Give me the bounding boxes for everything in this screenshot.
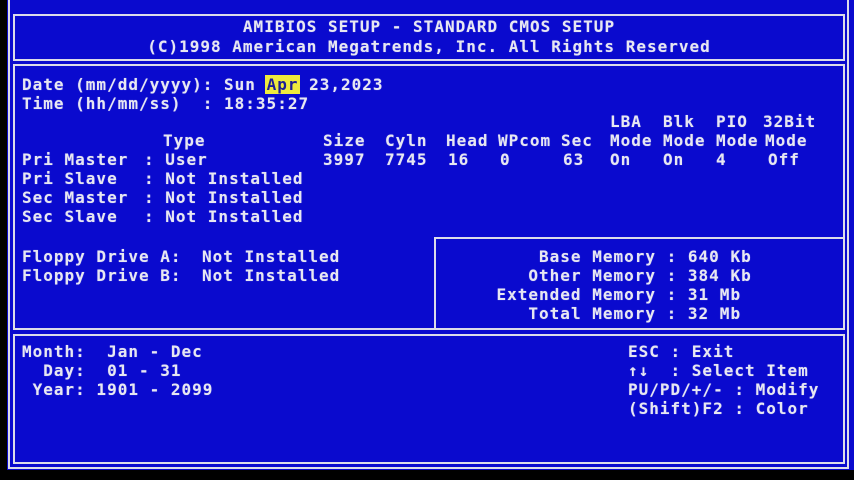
separator: :	[144, 188, 165, 207]
col-blk-mode: Mode	[663, 133, 706, 149]
separator: :	[144, 150, 165, 169]
col-sec: Sec	[561, 133, 593, 149]
drive-label: Sec Master	[22, 190, 144, 206]
col-type: Type	[163, 133, 206, 149]
col-lba-mode: Mode	[610, 133, 653, 149]
floppy-a-label: Floppy Drive A:	[22, 249, 202, 265]
help-modify: PU/PD/+/- : Modify	[628, 382, 819, 398]
col-size: Size	[323, 133, 366, 149]
page-title: AMIBIOS SETUP - STANDARD CMOS SETUP	[13, 19, 845, 35]
copyright-line: (C)1998 American Megatrends, Inc. All Ri…	[13, 39, 845, 55]
help-esc-exit: ESC : Exit	[628, 344, 734, 360]
separator: :	[144, 207, 165, 226]
total-memory-label: Total Memory	[434, 306, 656, 322]
date-month-selected[interactable]: Apr	[265, 75, 301, 94]
drive-label: Sec Slave	[22, 209, 144, 225]
base-memory-row: Base Memory : 640 Kb	[434, 249, 752, 265]
date-field[interactable]: Date (mm/dd/yyyy): Sun Apr 23,2023	[22, 77, 384, 93]
floppy-a-row[interactable]: Floppy Drive A:Not Installed	[22, 249, 340, 265]
drive-type-value[interactable]: User	[165, 150, 208, 169]
col-pio-mode: Mode	[716, 133, 759, 149]
pri-master-32bit-mode[interactable]: Off	[768, 152, 800, 168]
total-memory-value: 32 Mb	[688, 304, 741, 323]
separator: :	[656, 266, 688, 285]
separator: :	[656, 285, 688, 304]
base-memory-value: 640 Kb	[688, 247, 752, 266]
drive-type-value[interactable]: Not Installed	[165, 188, 303, 207]
floppy-b-row[interactable]: Floppy Drive B:Not Installed	[22, 268, 340, 284]
pri-master-size[interactable]: 3997	[323, 152, 366, 168]
date-day-year: 23,2023	[298, 75, 383, 94]
pri-master-sec[interactable]: 63	[563, 152, 584, 168]
floppy-b-label: Floppy Drive B:	[22, 268, 202, 284]
drive-label: Pri Master	[22, 152, 144, 168]
floppy-b-value[interactable]: Not Installed	[202, 266, 340, 285]
total-memory-row: Total Memory : 32 Mb	[434, 306, 741, 322]
separator: :	[656, 304, 688, 323]
extended-memory-label: Extended Memory	[434, 287, 656, 303]
pri-master-pio-mode[interactable]: 4	[716, 152, 727, 168]
separator: :	[656, 247, 688, 266]
pri-master-head[interactable]: 16	[448, 152, 469, 168]
col-32bit-mode: Mode	[765, 133, 808, 149]
extended-memory-row: Extended Memory : 31 Mb	[434, 287, 741, 303]
drive-type-value[interactable]: Not Installed	[165, 169, 303, 188]
other-memory-value: 384 Kb	[688, 266, 752, 285]
col-head: Head	[446, 133, 489, 149]
pri-master-blk-mode[interactable]: On	[663, 152, 684, 168]
col-blk: Blk	[663, 114, 695, 130]
table-row-pri-slave[interactable]: Pri Slave: Not Installed	[22, 171, 304, 187]
table-row-pri-master[interactable]: Pri Master: User	[22, 152, 208, 168]
legend-month-range: Month: Jan - Dec	[22, 344, 203, 360]
date-label: Date (mm/dd/yyyy): Sun	[22, 75, 267, 94]
separator: :	[144, 169, 165, 188]
table-row-sec-slave[interactable]: Sec Slave: Not Installed	[22, 209, 304, 225]
help-color: (Shift)F2 : Color	[628, 401, 809, 417]
legend-year-range: Year: 1901 - 2099	[22, 382, 213, 398]
pri-master-cyln[interactable]: 7745	[385, 152, 428, 168]
pri-master-lba-mode[interactable]: On	[610, 152, 631, 168]
col-lba: LBA	[610, 114, 642, 130]
drive-label: Pri Slave	[22, 171, 144, 187]
bios-setup-screen: AMIBIOS SETUP - STANDARD CMOS SETUP (C)1…	[0, 0, 854, 480]
pri-master-wpcom[interactable]: 0	[500, 152, 511, 168]
floppy-a-value[interactable]: Not Installed	[202, 247, 340, 266]
time-field[interactable]: Time (hh/mm/ss) : 18:35:27	[22, 96, 309, 112]
drive-type-value[interactable]: Not Installed	[165, 207, 303, 226]
col-cyln: Cyln	[385, 133, 428, 149]
base-memory-label: Base Memory	[434, 249, 656, 265]
col-32bit: 32Bit	[763, 114, 816, 130]
col-pio: PIO	[716, 114, 748, 130]
other-memory-label: Other Memory	[434, 268, 656, 284]
legend-day-range: Day: 01 - 31	[22, 363, 182, 379]
table-row-sec-master[interactable]: Sec Master: Not Installed	[22, 190, 304, 206]
help-select-item: ↑↓ : Select Item	[628, 363, 809, 379]
other-memory-row: Other Memory : 384 Kb	[434, 268, 752, 284]
extended-memory-value: 31 Mb	[688, 285, 741, 304]
col-wpcom: WPcom	[498, 133, 551, 149]
